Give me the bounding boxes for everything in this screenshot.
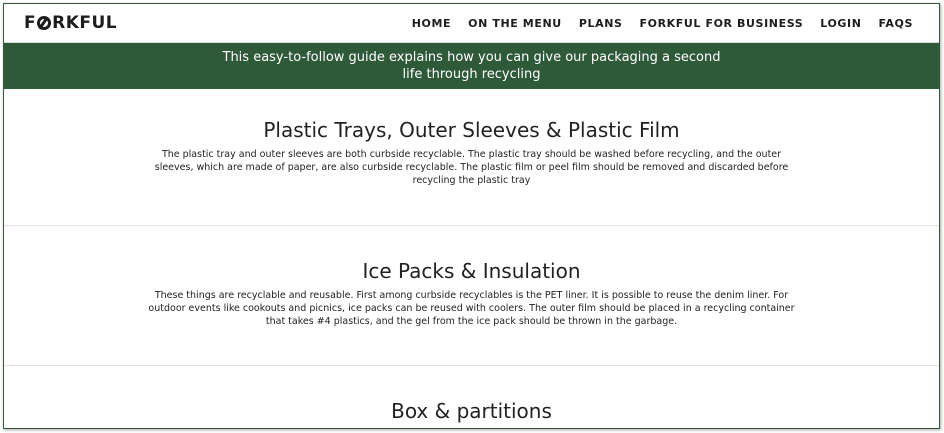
- forkful-logo[interactable]: F RKFUL: [24, 13, 117, 33]
- fork-o-icon: [37, 16, 52, 30]
- intro-banner-text: This easy-to-follow guide explains how y…: [222, 50, 721, 82]
- nav-home-link[interactable]: HOME: [412, 17, 451, 30]
- section-title: Plastic Trays, Outer Sleeves & Plastic F…: [263, 118, 680, 142]
- section-title: Box & partitions: [391, 399, 552, 423]
- nav-login-link[interactable]: LOGIN: [820, 17, 861, 30]
- nav-faqs-link[interactable]: FAQS: [879, 17, 913, 30]
- browser-frame: F RKFUL HOME ON THE MENU PLANS FORKFUL F…: [3, 3, 940, 429]
- intro-banner: This easy-to-follow guide explains how y…: [4, 43, 939, 89]
- logo-letter-f: F: [24, 13, 37, 33]
- section-ice-packs: Ice Packs & Insulation These things are …: [4, 226, 939, 366]
- main-nav: HOME ON THE MENU PLANS FORKFUL FOR BUSIN…: [412, 17, 913, 30]
- section-body: The plastic tray and outer sleeves are b…: [154, 149, 789, 186]
- section-title: Ice Packs & Insulation: [362, 259, 581, 283]
- section-plastic-trays: Plastic Trays, Outer Sleeves & Plastic F…: [4, 89, 939, 226]
- section-box-partitions: Box & partitions: [4, 366, 939, 428]
- nav-forkful-for-business-link[interactable]: FORKFUL FOR BUSINESS: [640, 17, 804, 30]
- logo-letters-rkful: RKFUL: [52, 13, 118, 33]
- top-navbar: F RKFUL HOME ON THE MENU PLANS FORKFUL F…: [4, 4, 939, 43]
- nav-plans-link[interactable]: PLANS: [579, 17, 623, 30]
- nav-on-the-menu-link[interactable]: ON THE MENU: [468, 17, 562, 30]
- section-body: These things are recyclable and reusable…: [148, 290, 795, 327]
